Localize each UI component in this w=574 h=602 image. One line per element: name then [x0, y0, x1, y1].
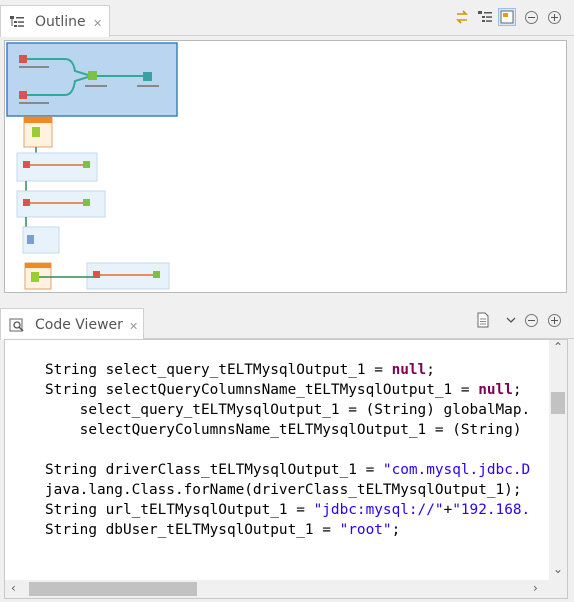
- code-line-4: selectQueryColumnsName_tELTMysqlOutput_1…: [45, 422, 522, 438]
- keyword: null: [391, 362, 427, 378]
- keyword: null: [478, 382, 513, 398]
- sync-icon[interactable]: [453, 8, 471, 26]
- tab-code-viewer[interactable]: Code Viewer ✕: [0, 308, 144, 340]
- scroll-up-arrow-icon[interactable]: ⌃: [553, 340, 563, 354]
- tab-outline-label: Outline: [35, 14, 86, 30]
- tab-outline[interactable]: Outline ✕: [0, 5, 110, 37]
- vertical-scrollbar[interactable]: ⌃ ⌄: [549, 340, 567, 580]
- code-viewer-icon: [9, 318, 24, 332]
- code-line-6: String driverClass_tELTMysqlOutput_1 = "…: [45, 462, 531, 478]
- close-icon[interactable]: ✕: [93, 17, 102, 30]
- outline-view: Outline ✕: [0, 0, 574, 296]
- code-viewer-view: Code Viewer ✕ String select_query_tELTMy…: [0, 303, 574, 602]
- vertical-scroll-thumb[interactable]: [551, 392, 565, 414]
- scroll-right-arrow-icon[interactable]: ›: [533, 581, 538, 595]
- code-line-3: select_query_tELTMysqlOutput_1 = (String…: [45, 402, 531, 418]
- outline-tabbar: Outline ✕: [0, 0, 574, 37]
- close-icon[interactable]: ✕: [129, 320, 138, 333]
- string-literal: "root": [339, 522, 392, 538]
- view-menu-icon[interactable]: [502, 311, 520, 329]
- outline-icon: [10, 16, 24, 27]
- document-icon[interactable]: [474, 311, 492, 329]
- scroll-left-arrow-icon[interactable]: ‹: [11, 581, 16, 595]
- outline-canvas[interactable]: [4, 40, 567, 293]
- code-line-2: String selectQueryColumnsName_tELTMysqlO…: [45, 382, 522, 398]
- code-viewer-tabbar: Code Viewer ✕: [0, 303, 574, 340]
- scrollbar-corner: [549, 580, 567, 598]
- horizontal-scrollbar[interactable]: ‹ ›: [5, 580, 551, 598]
- overview-icon[interactable]: [498, 8, 516, 26]
- tree-view-icon[interactable]: [476, 8, 494, 26]
- minimize-icon[interactable]: [522, 311, 540, 329]
- code-line-7: java.lang.Class.forName(driverClass_tELT…: [45, 482, 522, 498]
- code-line-9: String dbUser_tELTMysqlOutput_1 = "root"…: [45, 522, 401, 538]
- maximize-icon[interactable]: [545, 8, 563, 26]
- string-literal: "jdbc:mysql://": [313, 502, 444, 518]
- code-line-1: String select_query_tELTMysqlOutput_1 = …: [45, 362, 435, 378]
- maximize-icon[interactable]: [545, 311, 563, 329]
- job-overview-thumbnail: [6, 42, 178, 290]
- code-line-8: String url_tELTMysqlOutput_1 = "jdbc:mys…: [45, 502, 531, 518]
- code-editor[interactable]: String select_query_tELTMysqlOutput_1 = …: [4, 339, 568, 599]
- scroll-down-arrow-icon[interactable]: ⌄: [553, 562, 563, 576]
- string-literal: "com.mysql.jdbc.D: [382, 462, 531, 478]
- tab-code-viewer-label: Code Viewer: [35, 317, 123, 333]
- horizontal-scroll-thumb[interactable]: [29, 582, 197, 596]
- minimize-icon[interactable]: [522, 8, 540, 26]
- string-literal: "192.168.: [452, 502, 531, 518]
